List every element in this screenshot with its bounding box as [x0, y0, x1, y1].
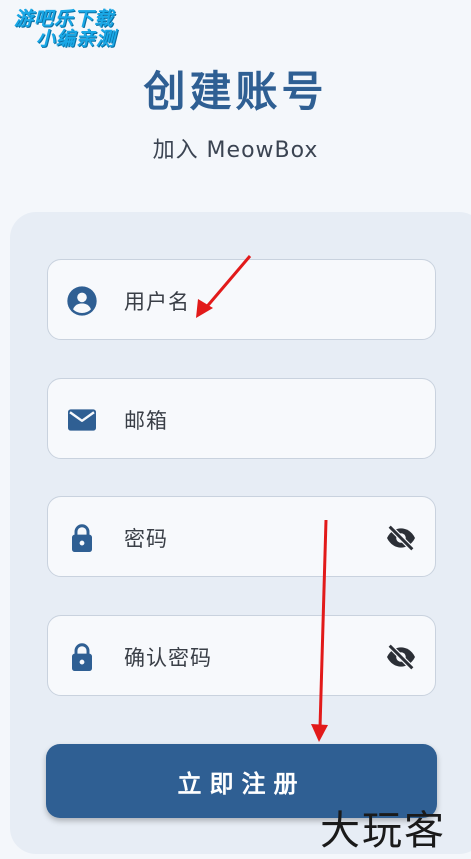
confirm-password-placeholder: 确认密码 — [124, 646, 212, 670]
username-field[interactable]: 用户名 — [47, 259, 436, 340]
lock-icon — [72, 643, 92, 671]
page-title: 创建账号 — [143, 67, 328, 116]
email-field[interactable]: 邮箱 — [47, 378, 436, 459]
person-icon — [67, 286, 97, 316]
username-placeholder: 用户名 — [124, 290, 190, 314]
email-placeholder: 邮箱 — [124, 409, 168, 433]
eye-off-icon[interactable] — [385, 522, 417, 554]
watermark-line1: 游吧乐下载 — [14, 8, 115, 30]
watermark-logo: 游吧乐下载 小编亲测 — [14, 8, 144, 50]
watermark-bottom: 大玩客 — [320, 808, 446, 854]
mail-icon — [68, 409, 96, 431]
eye-off-icon[interactable] — [385, 641, 417, 673]
confirm-password-field[interactable]: 确认密码 — [47, 615, 436, 696]
lock-icon — [72, 524, 92, 552]
password-placeholder: 密码 — [124, 527, 168, 551]
password-field[interactable]: 密码 — [47, 496, 436, 577]
watermark-line2: 小编亲测 — [36, 27, 117, 50]
page-subtitle: 加入 MeowBox — [152, 138, 319, 163]
